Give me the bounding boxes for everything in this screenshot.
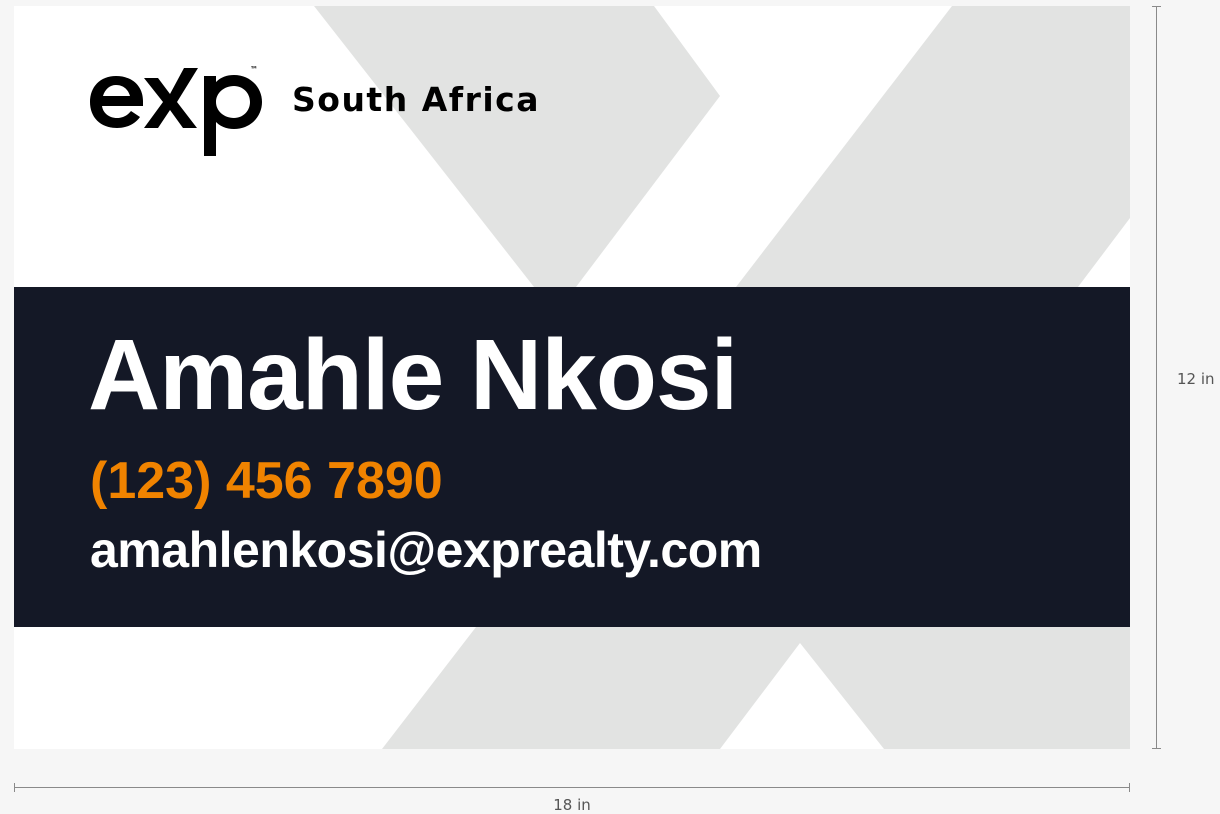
height-dimension-line (1156, 6, 1157, 749)
yard-sign: ™ South Africa Amahle Nkosi (123) 456 78… (14, 6, 1130, 749)
width-dimension-line (14, 787, 1130, 788)
chevron-shape-top-right (736, 6, 1130, 287)
height-dimension-tick-bottom (1152, 748, 1161, 749)
sign-preview: ™ South Africa Amahle Nkosi (123) 456 78… (0, 0, 1220, 814)
height-dimension: 12 in (1152, 6, 1220, 749)
brand-region-label: South Africa (292, 80, 541, 119)
chevron-shape-top-left (314, 6, 720, 287)
width-dimension-label: 18 in (553, 796, 591, 814)
width-dimension-tick-left (14, 783, 15, 792)
trademark-symbol: ™ (250, 65, 258, 74)
width-dimension: 18 in (14, 782, 1130, 814)
exp-logo-x (144, 68, 198, 128)
agent-info-band: Amahle Nkosi (123) 456 7890 amahlenkosi@… (14, 287, 1130, 627)
agent-phone: (123) 456 7890 (90, 452, 443, 510)
agent-name: Amahle Nkosi (88, 319, 738, 431)
exp-logo-e (90, 76, 143, 128)
width-dimension-tick-right (1129, 783, 1130, 792)
chevron-shape-bottom-left (382, 627, 1130, 749)
height-dimension-tick-top (1152, 6, 1161, 7)
height-dimension-label: 12 in (1177, 370, 1215, 388)
agent-email: amahlenkosi@exprealty.com (90, 522, 762, 578)
exp-logo-p (204, 75, 262, 156)
exp-logo: ™ (90, 65, 262, 156)
